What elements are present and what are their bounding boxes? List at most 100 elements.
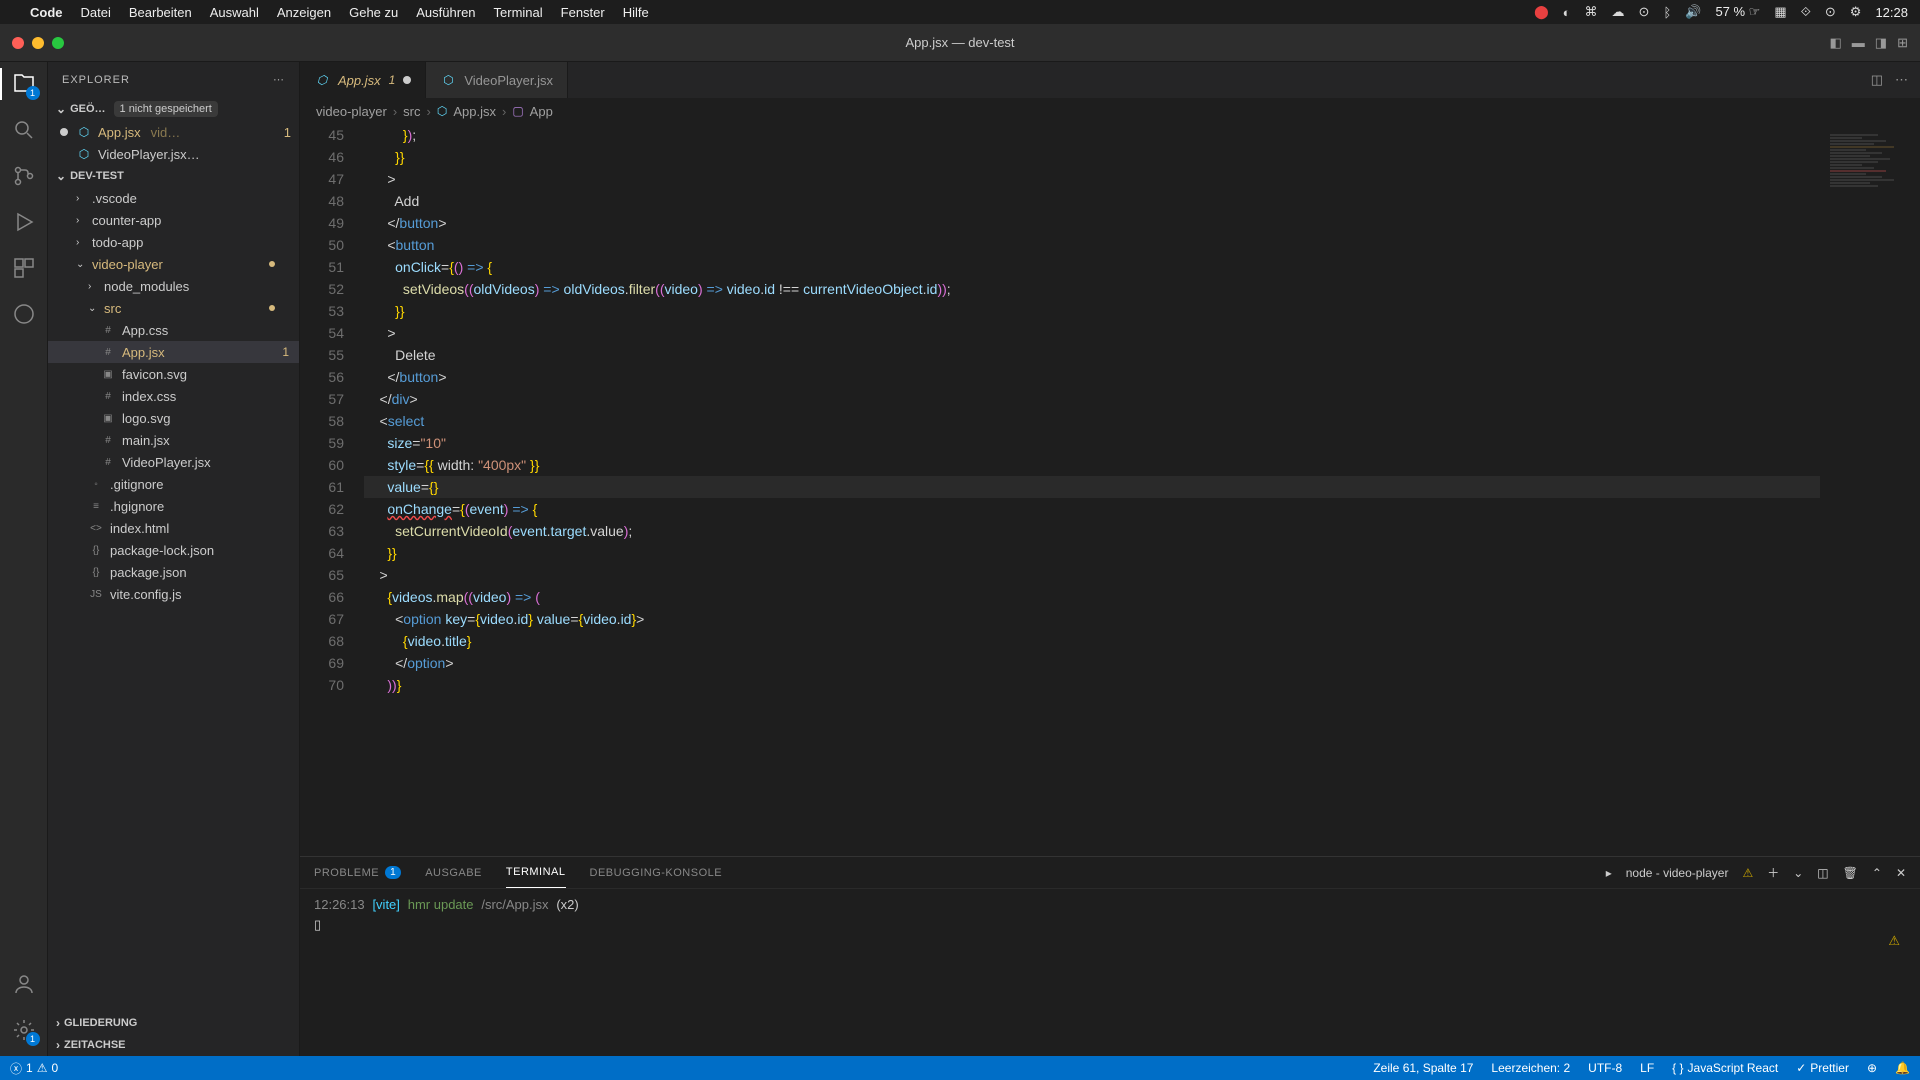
- file-item[interactable]: #VideoPlayer.jsx: [48, 451, 299, 473]
- explorer-icon[interactable]: 1: [10, 70, 38, 98]
- sidebar-more-icon[interactable]: ⋯: [273, 73, 285, 86]
- folder-item[interactable]: ›.vscode: [48, 187, 299, 209]
- file-item[interactable]: {}package.json: [48, 561, 299, 583]
- split-editor-icon[interactable]: ◫: [1871, 72, 1883, 88]
- terminal-warning-icon[interactable]: ⚠: [1888, 933, 1900, 949]
- status-icon[interactable]: ⌘: [1585, 4, 1598, 20]
- code-editor[interactable]: }); }} > Add </button> <button onClick={…: [364, 124, 1820, 856]
- folder-item[interactable]: ›todo-app: [48, 231, 299, 253]
- unsaved-dot-icon[interactable]: [403, 76, 411, 84]
- code-line[interactable]: <option key={video.id} value={video.id}>: [364, 608, 1820, 630]
- code-line[interactable]: }}: [364, 146, 1820, 168]
- code-line[interactable]: onChange={(event) => {: [364, 498, 1820, 520]
- code-line[interactable]: </div>: [364, 388, 1820, 410]
- outline-section[interactable]: ›GLIEDERUNG: [48, 1012, 299, 1034]
- status-encoding[interactable]: UTF-8: [1588, 1061, 1622, 1075]
- status-feedback-icon[interactable]: ⊕: [1867, 1061, 1877, 1075]
- account-icon[interactable]: [10, 970, 38, 998]
- close-panel-icon[interactable]: ✕: [1896, 866, 1906, 880]
- split-terminal-icon[interactable]: ◫: [1817, 866, 1828, 880]
- code-line[interactable]: onClick={() => {: [364, 256, 1820, 278]
- status-errors[interactable]: ⓧ1 ⚠0: [10, 1060, 58, 1077]
- extensions-icon[interactable]: [10, 254, 38, 282]
- status-eol[interactable]: LF: [1640, 1061, 1654, 1075]
- close-window-button[interactable]: [12, 37, 24, 49]
- terminal-process-icon[interactable]: ▸: [1606, 866, 1612, 880]
- file-item[interactable]: <>index.html: [48, 517, 299, 539]
- source-control-icon[interactable]: [10, 162, 38, 190]
- panel-tab-debug[interactable]: DEBUGGING-KONSOLE: [590, 857, 723, 888]
- menu-item[interactable]: Auswahl: [210, 5, 259, 20]
- layout-toggle-icon[interactable]: ◧: [1830, 35, 1842, 51]
- status-language[interactable]: { } JavaScript React: [1672, 1061, 1778, 1075]
- file-item[interactable]: JSvite.config.js: [48, 583, 299, 605]
- maximize-window-button[interactable]: [52, 37, 64, 49]
- code-line[interactable]: value={}: [364, 476, 1820, 498]
- layout-sidebar-right-icon[interactable]: ◨: [1875, 35, 1887, 51]
- code-line[interactable]: setCurrentVideoId(event.target.value);: [364, 520, 1820, 542]
- menu-item[interactable]: Hilfe: [623, 5, 649, 20]
- file-item[interactable]: ≡.hgignore: [48, 495, 299, 517]
- tab-video-player-jsx[interactable]: ⬡ VideoPlayer.jsx: [426, 62, 568, 98]
- code-line[interactable]: Delete: [364, 344, 1820, 366]
- code-line[interactable]: </button>: [364, 366, 1820, 388]
- folder-item[interactable]: ›node_modules: [48, 275, 299, 297]
- menu-item[interactable]: Gehe zu: [349, 5, 398, 20]
- status-record-icon[interactable]: ⬤: [1534, 4, 1549, 20]
- menu-item[interactable]: Anzeigen: [277, 5, 331, 20]
- remote-icon[interactable]: [10, 300, 38, 328]
- code-line[interactable]: {videos.map((video) => (: [364, 586, 1820, 608]
- code-line[interactable]: });: [364, 124, 1820, 146]
- run-debug-icon[interactable]: [10, 208, 38, 236]
- wifi-icon[interactable]: ⊙: [1825, 4, 1836, 20]
- new-terminal-icon[interactable]: ＋: [1767, 864, 1779, 881]
- panel-tab-terminal[interactable]: TERMINAL: [506, 857, 566, 888]
- code-line[interactable]: style={{ width: "400px" }}: [364, 454, 1820, 476]
- code-line[interactable]: </option>: [364, 652, 1820, 674]
- open-editor-item[interactable]: ⬡ App.jsx vid… 1: [48, 121, 299, 143]
- panel-tab-problems[interactable]: PROBLEME 1: [314, 857, 401, 888]
- folder-item[interactable]: ⌄video-player: [48, 253, 299, 275]
- status-bell-icon[interactable]: 🔔: [1895, 1061, 1910, 1075]
- file-item[interactable]: {}package-lock.json: [48, 539, 299, 561]
- menu-app-name[interactable]: Code: [30, 5, 63, 20]
- workspace-section[interactable]: ⌄ DEV-TEST: [48, 165, 299, 187]
- open-editor-item[interactable]: ⬡ VideoPlayer.jsx…: [48, 143, 299, 165]
- panel-tab-output[interactable]: AUSGABE: [425, 857, 482, 888]
- code-line[interactable]: size="10": [364, 432, 1820, 454]
- status-cursor-position[interactable]: Zeile 61, Spalte 17: [1373, 1061, 1473, 1075]
- battery-text[interactable]: 57 % ☞: [1715, 4, 1760, 20]
- code-line[interactable]: }}: [364, 300, 1820, 322]
- folder-item[interactable]: ⌄src: [48, 297, 299, 319]
- kill-terminal-icon[interactable]: 🗑: [1843, 866, 1858, 880]
- clock[interactable]: 12:28: [1875, 5, 1908, 20]
- search-icon[interactable]: [10, 116, 38, 144]
- tab-app-jsx[interactable]: ⬡ App.jsx 1: [300, 62, 426, 98]
- file-item[interactable]: ◦.gitignore: [48, 473, 299, 495]
- code-line[interactable]: ))}: [364, 674, 1820, 696]
- warning-icon[interactable]: ⚠: [1742, 866, 1753, 880]
- code-line[interactable]: >: [364, 564, 1820, 586]
- status-icon[interactable]: ⊙: [1639, 4, 1650, 20]
- bluetooth-icon[interactable]: ᛒ: [1663, 5, 1671, 20]
- menu-item[interactable]: Terminal: [494, 5, 543, 20]
- file-item[interactable]: ▣favicon.svg: [48, 363, 299, 385]
- folder-item[interactable]: ›counter-app: [48, 209, 299, 231]
- terminal-name[interactable]: node - video-player: [1626, 866, 1729, 880]
- code-line[interactable]: <button: [364, 234, 1820, 256]
- code-line[interactable]: Add: [364, 190, 1820, 212]
- file-item[interactable]: #main.jsx: [48, 429, 299, 451]
- menu-item[interactable]: Datei: [81, 5, 111, 20]
- code-line[interactable]: >: [364, 322, 1820, 344]
- status-icon[interactable]: ◐: [1563, 5, 1571, 20]
- more-actions-icon[interactable]: ⋯: [1895, 72, 1908, 88]
- code-line[interactable]: setVideos((oldVideos) => oldVideos.filte…: [364, 278, 1820, 300]
- status-prettier[interactable]: ✓ Prettier: [1796, 1061, 1849, 1075]
- status-icon[interactable]: ▦: [1774, 4, 1786, 20]
- code-line[interactable]: {video.title}: [364, 630, 1820, 652]
- code-line[interactable]: }}: [364, 542, 1820, 564]
- terminal-output[interactable]: 12:26:13 [vite] hmr update /src/App.jsx …: [300, 889, 1920, 1056]
- menu-item[interactable]: Bearbeiten: [129, 5, 192, 20]
- status-icon[interactable]: ⟐: [1801, 4, 1811, 20]
- minimap[interactable]: [1820, 124, 1920, 856]
